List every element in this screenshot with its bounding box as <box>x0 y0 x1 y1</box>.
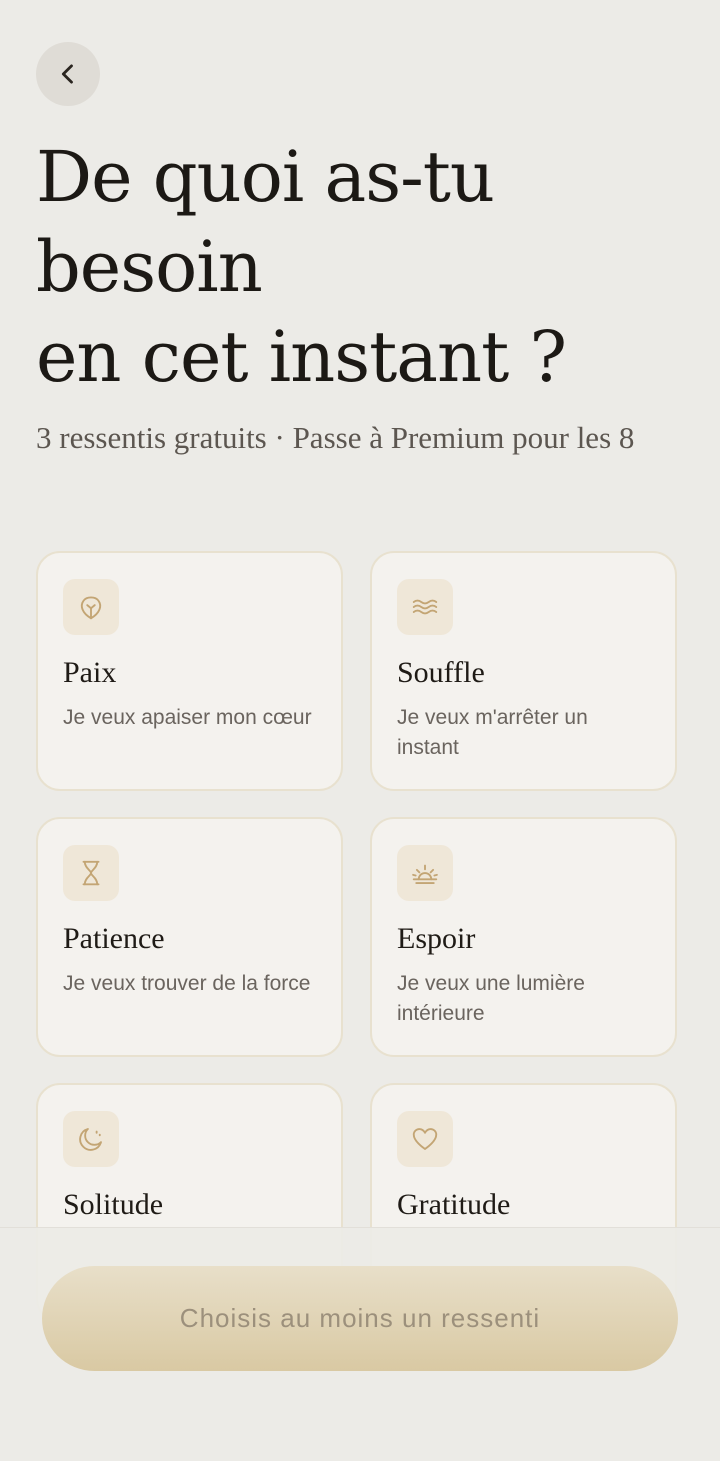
feeling-card-espoir[interactable]: Espoir Je veux une lumière intérieure <box>370 817 677 1057</box>
feeling-title: Gratitude <box>397 1188 511 1221</box>
page-title: De quoi as-tu besoin en cet instant ? <box>36 132 696 402</box>
feelings-grid: Paix Je veux apaiser mon cœur Souffle Je… <box>36 551 677 1323</box>
feeling-title: Souffle <box>397 656 485 689</box>
feeling-icon-box <box>63 845 119 901</box>
chevron-left-icon <box>61 64 73 84</box>
feeling-card-patience[interactable]: Patience Je veux trouver de la force <box>36 817 343 1057</box>
sunrise-icon <box>412 864 438 884</box>
page-subtitle: 3 ressentis gratuits · Passe à Premium p… <box>36 420 635 455</box>
hourglass-icon <box>82 860 100 886</box>
back-button[interactable] <box>36 42 100 106</box>
feeling-card-paix[interactable]: Paix Je veux apaiser mon cœur <box>36 551 343 791</box>
feeling-description: Je veux une lumière intérieure <box>397 972 585 1025</box>
feeling-title: Patience <box>63 922 165 955</box>
feeling-icon-box <box>397 845 453 901</box>
feeling-title: Espoir <box>397 922 476 955</box>
feelings-selection-screen: De quoi as-tu besoin en cet instant ? 3 … <box>0 0 720 1461</box>
title-line-1: De quoi as-tu <box>36 136 495 218</box>
feeling-icon-box <box>397 579 453 635</box>
feeling-title: Paix <box>63 656 117 689</box>
moon-icon <box>79 1128 102 1151</box>
title-line-3: en cet instant ? <box>36 316 567 398</box>
feeling-icon-box <box>397 1111 453 1167</box>
feeling-icon-box <box>63 1111 119 1167</box>
waves-icon <box>412 599 438 615</box>
title-line-2: besoin <box>36 226 263 308</box>
leaf-icon <box>80 596 102 620</box>
feeling-description: Je veux trouver de la force <box>63 972 311 995</box>
feeling-icon-box <box>63 579 119 635</box>
continue-button[interactable]: Choisis au moins un ressenti <box>42 1266 678 1371</box>
feeling-title: Solitude <box>63 1188 164 1221</box>
feeling-description: Je veux apaiser mon cœur <box>63 706 312 729</box>
bottom-action-bar: Choisis au moins un ressenti <box>0 1227 720 1461</box>
heart-icon <box>412 1128 438 1150</box>
feeling-description: Je veux m'arrêter un instant <box>397 706 588 759</box>
feeling-card-souffle[interactable]: Souffle Je veux m'arrêter un instant <box>370 551 677 791</box>
